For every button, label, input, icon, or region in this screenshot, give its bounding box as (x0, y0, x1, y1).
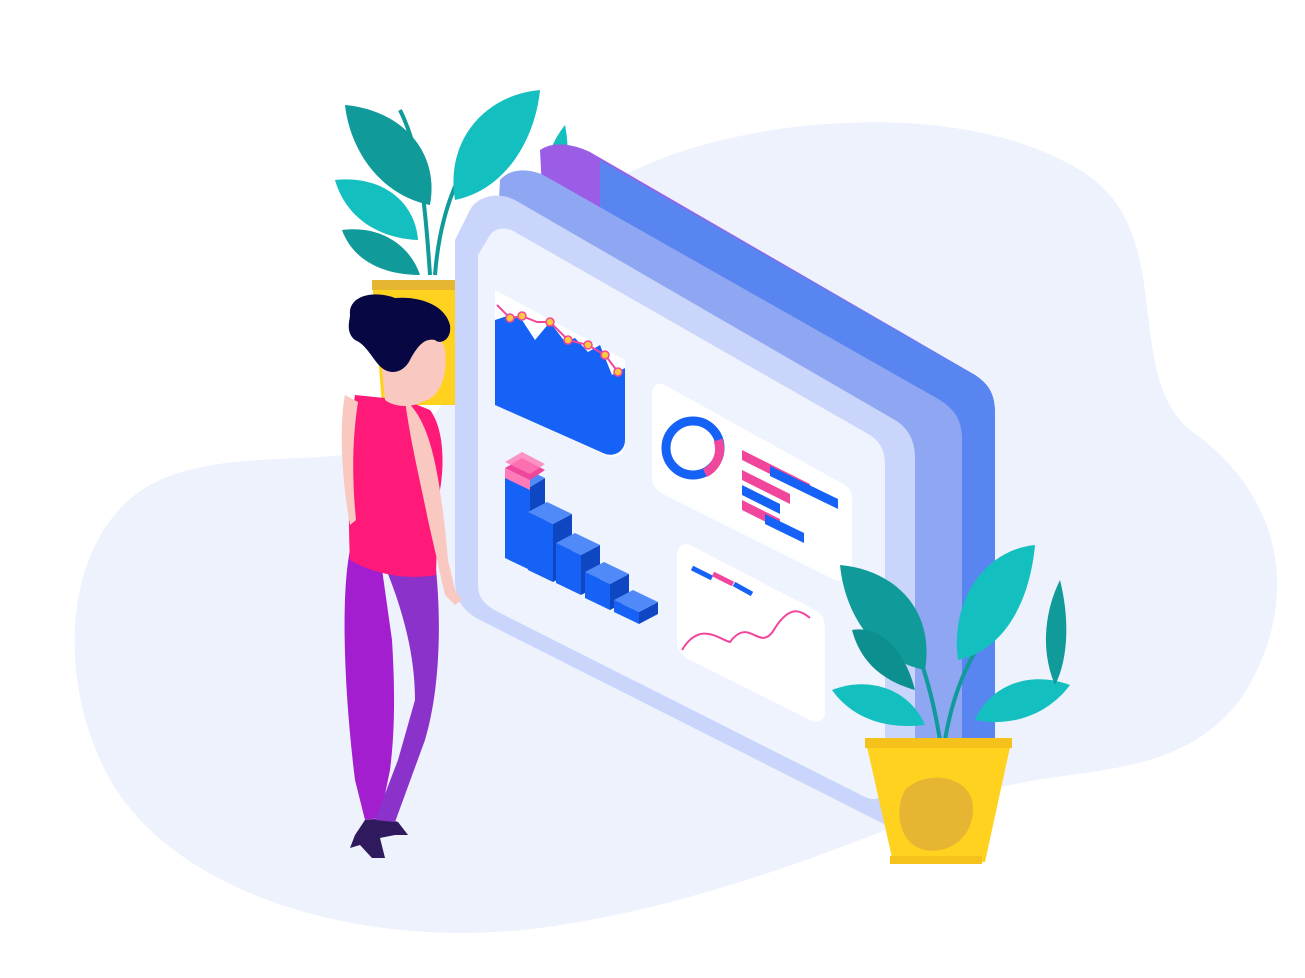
dashboard-illustration (74, 90, 1278, 933)
